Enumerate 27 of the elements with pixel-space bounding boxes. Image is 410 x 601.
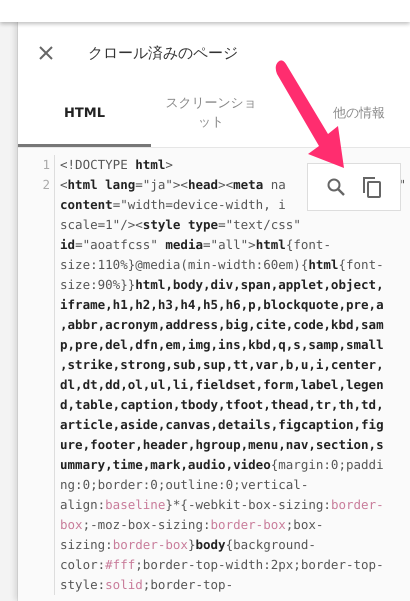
code-line: id="aoatfcss" media="all">html{font-: [59, 236, 331, 254]
code-line: iframe,h1,h2,h3,h4,h5,h6,p,blockquote,pre,a: [59, 296, 384, 314]
code-line: scale=1"/><style type="text/css": [59, 216, 301, 234]
code-line: <!DOCTYPE html>: [59, 156, 173, 174]
code-line: size:90%}}html,body,div,span,applet,object,: [59, 276, 384, 294]
code-line: dl,dt,dd,ol,ul,li,fieldset,form,label,legen: [59, 376, 384, 394]
code-line: box;-moz-box-sizing:border-box;box-: [59, 516, 324, 534]
code-line: content="width=device-width, i: [59, 196, 286, 214]
code-line: sizing:border-box}body{background-: [59, 536, 316, 554]
code-line: size:110%}@media(min-width:60em){html{font-: [59, 256, 384, 274]
code-line: color:#fff;border-top-width:2px;border-top-: [59, 556, 384, 574]
code-line: d,table,caption,tbody,tfoot,thead,tr,th,td,: [59, 396, 384, 414]
tab[interactable]: スクリーンショット: [151, 84, 271, 147]
code-line: article,aside,canvas,details,figcaption,fig: [59, 416, 384, 434]
code-line: ummary,time,mark,audio,video{margin:0;paddi: [59, 456, 384, 474]
code-line: ,strike,strong,sub,sup,tt,var,b,u,i,center,: [59, 356, 384, 374]
code-line: ,abbr,acronym,address,big,cite,code,kbd,sam: [59, 316, 384, 334]
line-number: 2: [42, 177, 50, 192]
code-line: <html lang="ja"><head><meta na: [59, 176, 286, 194]
line-number: 1: [42, 157, 50, 172]
panel-title: クロール済みのページ: [88, 44, 238, 62]
code-line: ure,footer,header,hgroup,menu,nav,section,s: [59, 436, 384, 454]
tab[interactable]: 他の情報: [271, 84, 406, 147]
code-line: align:baseline}*{-webkit-box-sizing:border-: [59, 496, 384, 514]
code-line: style:solid;border-top-: [59, 576, 234, 594]
code-line: p,pre,del,dfn,em,img,ins,kbd,q,s,samp,small: [59, 336, 384, 354]
code-line: ng:0;border:0;outline:0;vertical-: [59, 476, 308, 494]
